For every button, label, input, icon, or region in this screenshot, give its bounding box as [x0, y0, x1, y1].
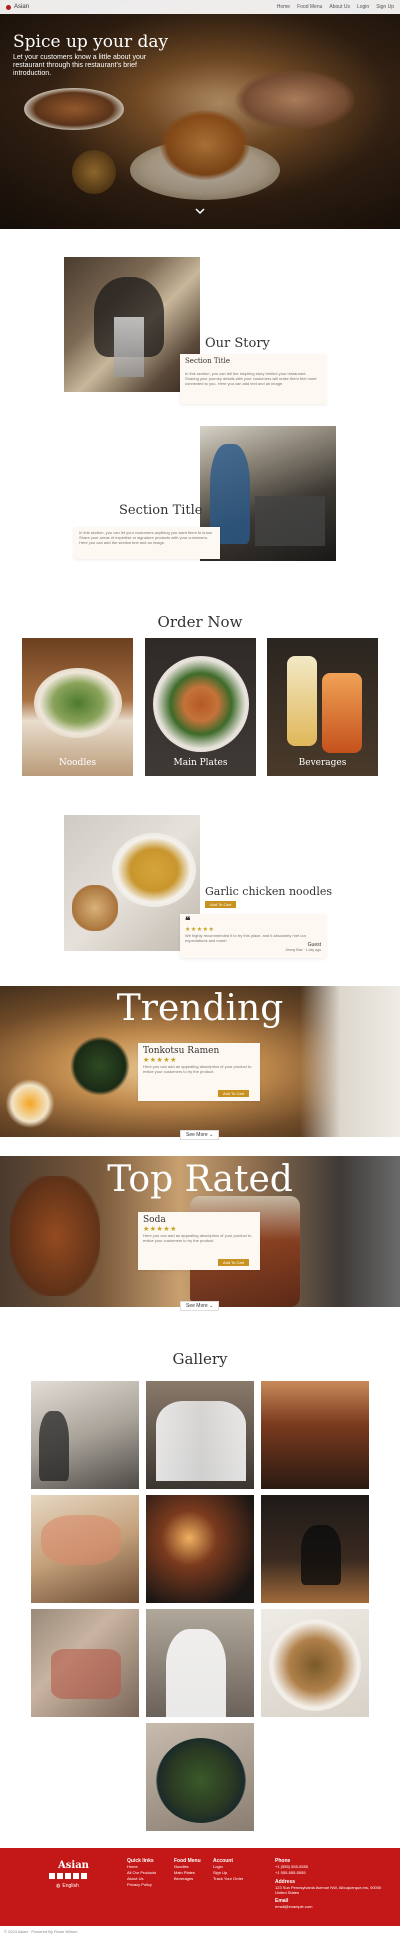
- twitter-icon[interactable]: [57, 1873, 63, 1879]
- order-label-beverages: Beverages: [298, 758, 347, 768]
- gallery-image-8[interactable]: [146, 1609, 254, 1717]
- gallery-image-6[interactable]: [261, 1495, 369, 1603]
- footer-link-privacy[interactable]: Privacy Policy: [127, 1882, 156, 1888]
- gallery-image-3[interactable]: [261, 1381, 369, 1489]
- review-card: ❝ ★★★★★ We highly recommended it to try …: [180, 914, 326, 958]
- order-label-main-plates: Main Plates: [173, 758, 228, 768]
- trending-see-more-button[interactable]: See More ⌄: [180, 1130, 220, 1140]
- email-link[interactable]: email@example.com: [275, 1904, 393, 1910]
- youtube-icon[interactable]: [65, 1873, 71, 1879]
- copyright-bar: © 2024 Asian · Powered By Rosie Wilson: [0, 1926, 400, 1938]
- section-title-2: Section Title: [119, 503, 203, 518]
- gallery-image-4[interactable]: [31, 1495, 139, 1603]
- top-rated-add-to-cart-button[interactable]: Add To Cart: [218, 1259, 250, 1266]
- hero-glass: [72, 150, 116, 194]
- featured-title: Garlic chicken noodles: [205, 885, 333, 898]
- story-card-2-text: In this section, you can let your custom…: [79, 530, 213, 545]
- nav-links: Home Food Menu About Us Login Sign Up: [277, 4, 394, 10]
- gallery-image-1[interactable]: [31, 1381, 139, 1489]
- story-card-1-title: Section Title: [185, 357, 230, 365]
- top-rated-see-more-label: See More: [186, 1303, 208, 1309]
- footer-account: Account Login Sign Up Track Your Order: [213, 1858, 243, 1882]
- gallery-image-5[interactable]: [146, 1495, 254, 1603]
- nav-link-about[interactable]: About Us: [329, 4, 350, 10]
- gallery-image-7[interactable]: [31, 1609, 139, 1717]
- footer-social-icons: [49, 1873, 87, 1879]
- hero-hand: [235, 70, 355, 130]
- top-rated-item-name: Soda: [143, 1215, 166, 1225]
- quote-icon: ❝: [185, 916, 191, 927]
- order-heading: Order Now: [157, 613, 243, 631]
- address-text: 123 Sun Pennsylvania Avenue NW, Albuquer…: [275, 1885, 382, 1895]
- hero-section: Spice up your day Let your customers kno…: [0, 0, 400, 229]
- nav-link-signup[interactable]: Sign Up: [376, 4, 394, 10]
- chevron-down-icon[interactable]: [195, 206, 205, 217]
- footer-link-beverages[interactable]: Beverages: [174, 1876, 201, 1882]
- hero-title: Spice up your day: [13, 32, 169, 52]
- top-rated-description: Here you can add an appealing descriptio…: [143, 1233, 252, 1243]
- order-label-noodles: Noodles: [58, 758, 97, 768]
- story-card-2: In this section, you can let your custom…: [74, 527, 220, 559]
- top-rated-stars: ★★★★★: [143, 1226, 177, 1233]
- review-date: Jimmy Bae · 1 day ago: [285, 948, 321, 952]
- chevron-down-icon: ⌄: [209, 1132, 214, 1138]
- hero-side-bowl: [24, 88, 124, 130]
- gallery-image-10[interactable]: [146, 1723, 254, 1831]
- featured-add-to-cart-button[interactable]: Add To Cart: [205, 901, 237, 908]
- gallery-heading: Gallery: [172, 1350, 228, 1368]
- gallery-image-2[interactable]: [146, 1381, 254, 1489]
- nav-link-food-menu[interactable]: Food Menu: [297, 4, 322, 10]
- footer-quick-links: Quick links Home All Our Products About …: [127, 1858, 156, 1888]
- nav-link-login[interactable]: Login: [357, 4, 369, 10]
- story-image-2: [200, 426, 336, 561]
- footer-food-menu: Food Menu Noodles Main Plates Beverages: [174, 1858, 201, 1882]
- story-card-1-text: In this section, you can tell the inspir…: [185, 371, 317, 386]
- language-label: English: [62, 1883, 79, 1889]
- review-text: We highly recommended it to try this pla…: [185, 933, 307, 943]
- top-navbar: Asian Home Food Menu About Us Login Sign…: [0, 0, 400, 14]
- top-rated-title: Top Rated: [107, 1159, 293, 1200]
- hero-image: [130, 140, 280, 200]
- footer-contact: Phone +1 (555) 555-5555 +1 555-555-5555 …: [275, 1858, 393, 1910]
- review-stars: ★★★★★: [185, 927, 215, 933]
- hero-subtitle: Let your customers know a little about y…: [13, 54, 147, 77]
- facebook-icon[interactable]: [49, 1873, 55, 1879]
- trending-stars: ★★★★★: [143, 1057, 177, 1064]
- phone-2[interactable]: +1 555-555-5555: [275, 1870, 393, 1876]
- nav-link-home[interactable]: Home: [277, 4, 290, 10]
- order-tile-beverages[interactable]: Beverages: [267, 638, 378, 776]
- trending-title: Trending: [116, 988, 284, 1029]
- logo-icon: [6, 4, 11, 10]
- footer-link-track-order[interactable]: Track Your Order: [213, 1876, 243, 1882]
- footer: Asian ◍ English Quick links Home All Our…: [0, 1848, 400, 1926]
- brand[interactable]: Asian: [6, 4, 29, 10]
- trending-add-to-cart-button[interactable]: Add To Cart: [218, 1090, 250, 1097]
- hero-food: [160, 110, 250, 180]
- order-tile-main-plates[interactable]: Main Plates: [145, 638, 256, 776]
- instagram-icon[interactable]: [73, 1873, 79, 1879]
- pinterest-icon[interactable]: [81, 1873, 87, 1879]
- story-heading: Our Story: [205, 336, 270, 351]
- chevron-down-icon: ⌄: [209, 1303, 214, 1309]
- globe-icon: ◍: [56, 1883, 61, 1889]
- top-rated-see-more-button[interactable]: See More ⌄: [180, 1301, 220, 1311]
- story-card-1: Section Title In this section, you can t…: [180, 354, 326, 404]
- footer-brand: Asian: [58, 1860, 89, 1871]
- gallery-image-9[interactable]: [261, 1609, 369, 1717]
- trending-item-name: Tonkotsu Ramen: [143, 1046, 220, 1056]
- language-selector[interactable]: ◍ English: [56, 1883, 79, 1889]
- brand-name: Asian: [14, 4, 30, 10]
- trending-see-more-label: See More: [186, 1132, 208, 1138]
- order-tile-noodles[interactable]: Noodles: [22, 638, 133, 776]
- copyright-text: © 2024 Asian · Powered By Rosie Wilson: [4, 1929, 78, 1934]
- trending-description: Here you can add an appealing descriptio…: [143, 1064, 252, 1074]
